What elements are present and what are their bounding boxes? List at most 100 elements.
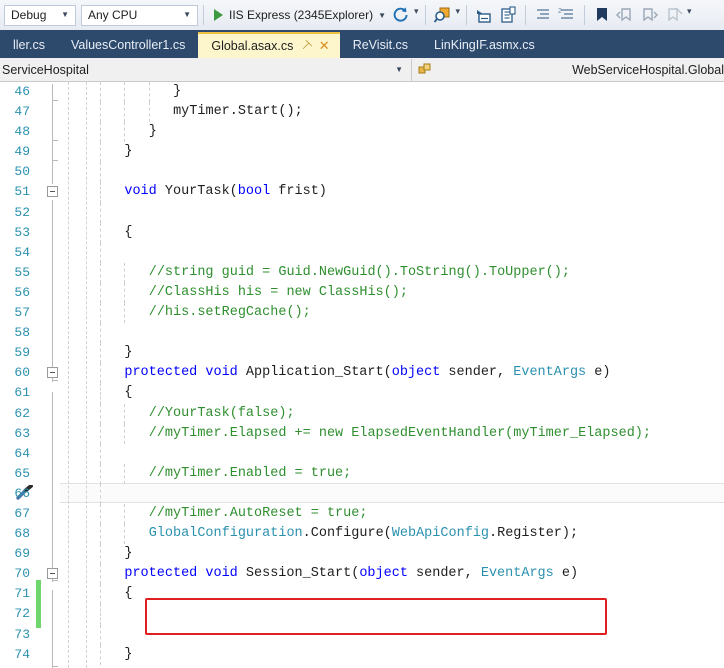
indent-guide — [100, 102, 101, 123]
code-token: } — [148, 124, 157, 140]
line-number: 46 — [14, 84, 30, 99]
solution-configuration-dropdown[interactable]: Debug ▼ — [4, 4, 76, 26]
redo-navigation-button[interactable] — [497, 4, 519, 26]
code-line[interactable]: 60 protected void Application_Start(objec… — [0, 363, 724, 384]
code-line[interactable]: 65 //myTimer.Enabled = true; — [0, 463, 724, 484]
clear-bookmarks-button[interactable] — [663, 4, 685, 26]
code-text: { — [124, 383, 132, 403]
code-line[interactable]: 69} — [0, 544, 724, 565]
refresh-button[interactable] — [390, 4, 412, 26]
code-line[interactable]: 59} — [0, 343, 724, 364]
tab-controller-cs[interactable]: ller.cs — [0, 32, 58, 58]
find-button[interactable] — [432, 4, 454, 26]
previous-bookmark-button[interactable] — [615, 4, 637, 26]
code-line[interactable]: 73 — [0, 624, 724, 645]
code-line[interactable]: 50 — [0, 162, 724, 183]
code-line[interactable]: 47 myTimer.Start(); — [0, 102, 724, 123]
code-token: object — [391, 365, 441, 381]
code-token: //YourTask(false); — [148, 405, 295, 421]
uncomment-selection-button[interactable]: 2 — [556, 4, 578, 26]
find-overflow-chevron-icon[interactable]: ▾ — [456, 6, 461, 17]
line-number: 70 — [14, 566, 30, 582]
code-line[interactable]: 61 { — [0, 383, 724, 404]
code-token: GlobalConfiguration — [148, 526, 303, 542]
code-line[interactable]: 58 — [0, 323, 724, 344]
project-scope-dropdown[interactable]: ServiceHospital ▼ — [0, 58, 412, 81]
solution-platform-value: Any CPU — [88, 8, 138, 22]
code-token: //myTimer.AutoReset = true; — [148, 505, 368, 521]
code-line[interactable]: 52 — [0, 202, 724, 223]
search-icon — [433, 7, 450, 23]
code-line[interactable]: 54 — [0, 242, 724, 263]
code-line[interactable]: 70 protected void Session_Start(object se… — [0, 564, 724, 585]
indent-guide — [100, 443, 101, 464]
code-line[interactable]: 72 — [0, 604, 724, 625]
structure-guide — [86, 82, 87, 668]
code-line[interactable]: 51 void YourTask(bool frist) — [0, 182, 724, 203]
bookmark-previous-icon — [616, 8, 631, 22]
indent-guide — [124, 303, 126, 324]
code-token: EventArgs — [480, 566, 554, 582]
code-line[interactable]: 56 //ClassHis his = new ClassHis(); — [0, 282, 724, 304]
toolbar-overflow-chevron-icon[interactable]: ▾ — [414, 6, 419, 17]
indent-guide — [100, 82, 101, 103]
close-icon[interactable]: ✕ — [319, 38, 330, 54]
indent-guide — [100, 483, 101, 504]
code-text: } — [149, 122, 157, 142]
code-line[interactable]: 57 //his.setRegCache(); — [0, 303, 724, 324]
indent-guide — [100, 383, 101, 404]
code-editor[interactable]: 46} 47 myTimer.Start(); 48} 49} 50 51 void Your… — [0, 82, 724, 668]
code-token: { — [124, 586, 133, 602]
code-line[interactable]: 46} — [0, 82, 724, 103]
indent-guide — [100, 122, 101, 143]
indent-guide — [100, 323, 101, 344]
code-text: } — [173, 82, 181, 102]
structure-guide — [68, 82, 69, 668]
tab-global-asax-cs[interactable]: Global.asax.cs ⊣ ✕ — [198, 32, 340, 58]
code-line[interactable]: 55 //string guid = Guid.NewGuid().ToStrin… — [0, 262, 724, 283]
line-number: 52 — [14, 204, 30, 220]
indent-guide — [124, 122, 126, 143]
code-line[interactable]: 66 — [0, 483, 724, 504]
code-line[interactable]: 48} — [0, 122, 724, 143]
refresh-icon — [393, 7, 408, 22]
svg-text:2: 2 — [558, 8, 562, 15]
code-token: e) — [586, 365, 611, 381]
toolbar-end-overflow-chevron-icon[interactable]: ▾ — [687, 6, 692, 17]
undo-navigation-button[interactable] — [473, 4, 495, 26]
code-line[interactable]: 63 //myTimer.Elapsed += new ElapsedEventH… — [0, 423, 724, 444]
line-number: 73 — [14, 626, 30, 642]
pin-icon[interactable]: ⊣ — [298, 37, 315, 54]
tab-revisit-cs[interactable]: ReVisit.cs — [340, 32, 421, 58]
tab-label: ller.cs — [13, 38, 45, 52]
tab-values-controller1-cs[interactable]: ValuesController1.cs — [58, 32, 198, 58]
editor-navigation-bar: ServiceHospital ▼ WebServiceHospital.Glo… — [0, 58, 724, 82]
start-debugging-button[interactable]: IIS Express (2345Explorer) ▼ — [209, 4, 389, 26]
code-token: { — [124, 224, 133, 240]
chevron-down-icon: ▼ — [61, 10, 69, 19]
next-bookmark-button[interactable] — [639, 4, 661, 26]
line-number: 58 — [14, 325, 30, 341]
comment-selection-button[interactable] — [532, 4, 554, 26]
line-number: 63 — [14, 425, 30, 441]
code-line[interactable]: 67 //myTimer.AutoReset = true; — [0, 503, 724, 525]
solution-configuration-value: Debug — [11, 8, 47, 22]
code-line[interactable]: 71 { — [0, 584, 724, 605]
toggle-bookmark-button[interactable] — [591, 4, 613, 26]
code-token: } — [173, 84, 182, 99]
code-text: } — [124, 544, 132, 564]
code-text: myTimer.Start(); — [173, 102, 303, 122]
code-token: } — [124, 546, 133, 562]
code-line[interactable]: 62 //YourTask(false); — [0, 403, 724, 424]
solution-platform-dropdown[interactable]: Any CPU ▼ — [81, 4, 198, 26]
code-line[interactable]: 64 — [0, 443, 724, 464]
line-number: 56 — [14, 284, 30, 300]
code-line[interactable]: 68 GlobalConfiguration.Configure(WebApiCo… — [0, 524, 724, 545]
code-lines: 46} 47 myTimer.Start(); 48} 49} 50 51 void Your… — [0, 82, 724, 665]
tab-linkingif-asmx-cs[interactable]: LinKingIF.asmx.cs — [421, 32, 548, 58]
code-line[interactable]: 49} — [0, 142, 724, 163]
code-line[interactable]: 53 { — [0, 222, 724, 243]
type-scope-dropdown[interactable]: WebServiceHospital.Global — [412, 58, 724, 81]
code-line[interactable]: 74} — [0, 644, 724, 665]
indent-guide — [100, 403, 101, 424]
